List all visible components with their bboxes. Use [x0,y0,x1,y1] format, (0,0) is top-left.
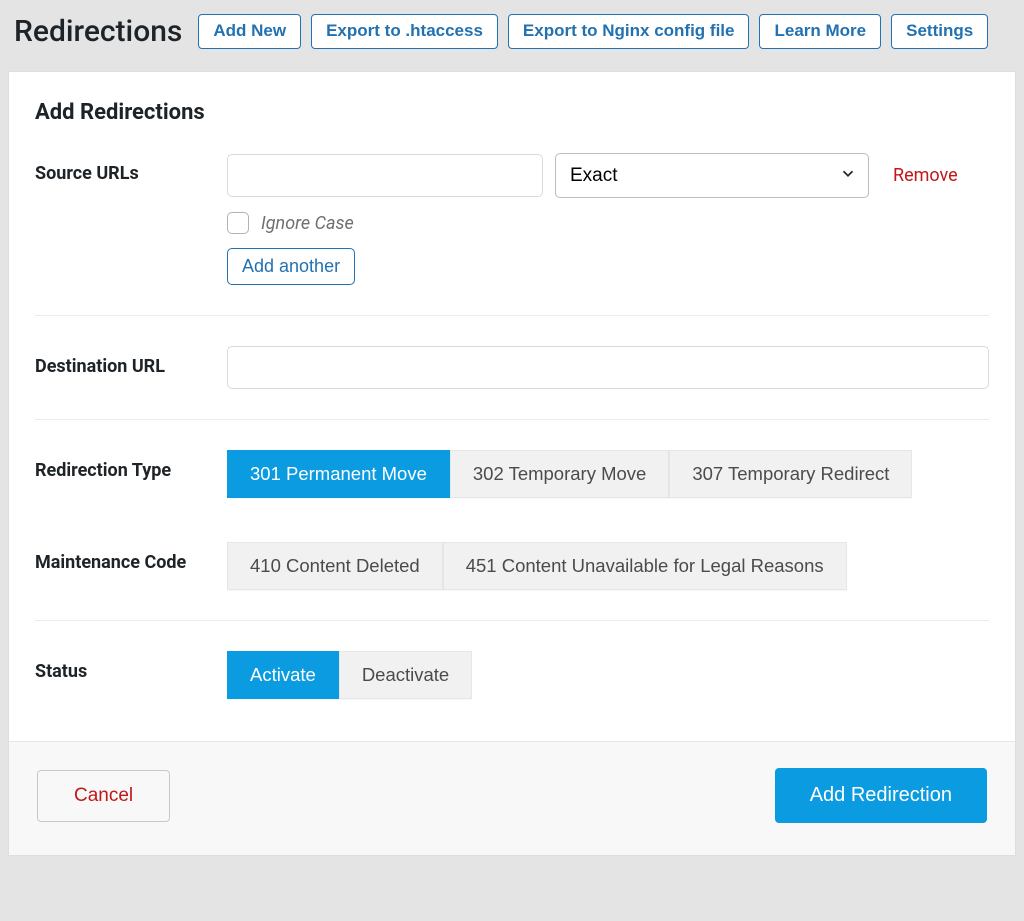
redirection-type-302[interactable]: 302 Temporary Move [450,450,669,498]
redirection-type-group: 301 Permanent Move 302 Temporary Move 30… [227,450,912,498]
add-new-button[interactable]: Add New [198,14,301,48]
ignore-case-row: Ignore Case [227,212,989,234]
destination-url-input[interactable] [227,346,989,389]
ignore-case-checkbox[interactable] [227,212,249,234]
page-wrap: Redirections Add New Export to .htaccess… [0,0,1024,856]
export-nginx-button[interactable]: Export to Nginx config file [508,14,750,48]
status-deactivate[interactable]: Deactivate [339,651,472,699]
ignore-case-label: Ignore Case [261,213,354,234]
learn-more-button[interactable]: Learn More [759,14,881,48]
maintenance-code-group: 410 Content Deleted 451 Content Unavaila… [227,542,847,590]
destination-label: Destination URL [35,346,227,377]
source-line: Exact Remove [227,153,989,198]
status-group: Activate Deactivate [227,651,472,699]
add-another-button[interactable]: Add another [227,248,355,285]
card-body: Add Redirections Source URLs Exact [9,72,1015,741]
page-title: Redirections [14,14,182,49]
match-type-select[interactable]: Exact [555,153,869,198]
card-actions: Cancel Add Redirection [9,741,1015,855]
status-row: Status Activate Deactivate [35,651,989,729]
add-redirection-button[interactable]: Add Redirection [775,768,987,823]
redirection-type-307[interactable]: 307 Temporary Redirect [669,450,912,498]
redirection-type-controls: 301 Permanent Move 302 Temporary Move 30… [227,450,989,498]
remove-source-link[interactable]: Remove [889,157,962,194]
top-bar: Redirections Add New Export to .htaccess… [8,8,1016,71]
destination-controls [227,346,989,389]
source-url-input[interactable] [227,154,543,197]
status-controls: Activate Deactivate [227,651,989,699]
destination-row: Destination URL [35,346,989,420]
settings-button[interactable]: Settings [891,14,988,48]
maintenance-code-451[interactable]: 451 Content Unavailable for Legal Reason… [443,542,847,590]
source-controls: Exact Remove Ignore Case Add another [227,153,989,285]
maintenance-code-410[interactable]: 410 Content Deleted [227,542,443,590]
maintenance-code-controls: 410 Content Deleted 451 Content Unavaila… [227,542,989,590]
panel-title: Add Redirections [35,100,989,125]
export-htaccess-button[interactable]: Export to .htaccess [311,14,498,48]
redirection-type-301[interactable]: 301 Permanent Move [227,450,450,498]
redirection-card: Add Redirections Source URLs Exact [8,71,1016,856]
status-activate[interactable]: Activate [227,651,339,699]
maintenance-code-row: Maintenance Code 410 Content Deleted 451… [35,542,989,621]
source-label: Source URLs [35,153,227,184]
cancel-button[interactable]: Cancel [37,770,170,822]
match-type-select-wrap: Exact [555,153,869,198]
maintenance-code-label: Maintenance Code [35,542,227,573]
source-row: Source URLs Exact Remove [35,153,989,316]
redirection-type-row: Redirection Type 301 Permanent Move 302 … [35,450,989,520]
redirection-type-label: Redirection Type [35,450,227,481]
status-label: Status [35,651,227,682]
